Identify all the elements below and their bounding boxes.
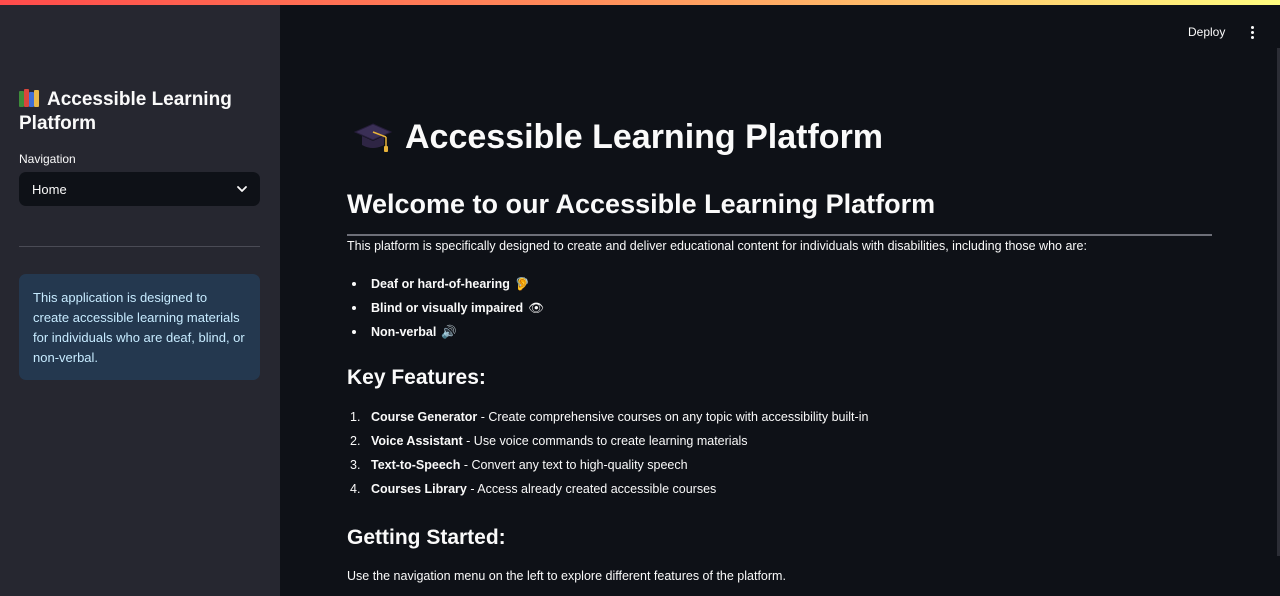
- books-icon: [19, 89, 39, 107]
- navigation-label: Navigation: [19, 152, 76, 166]
- intro-text: This platform is specifically designed t…: [347, 239, 1087, 253]
- sidebar: Accessible Learning Platform Navigation …: [0, 0, 280, 596]
- list-item: Blind or visually impaired 👁: [347, 296, 544, 320]
- page-title: Accessible Learning Platform: [354, 116, 883, 158]
- list-item: Deaf or hard-of-hearing 🦻: [347, 272, 544, 296]
- eye-icon: 👁: [528, 301, 544, 315]
- getting-started-heading: Getting Started:: [347, 526, 506, 549]
- welcome-heading: Welcome to our Accessible Learning Platf…: [347, 189, 936, 219]
- key-features-heading: Key Features:: [347, 366, 486, 389]
- sidebar-title: Accessible Learning Platform: [19, 88, 259, 136]
- sidebar-title-text: Accessible Learning Platform: [19, 89, 232, 134]
- navigation-selected-value: Home: [32, 181, 67, 197]
- getting-started-text: Use the navigation menu on the left to e…: [347, 569, 786, 583]
- heading-divider: [347, 234, 1212, 236]
- navigation-select[interactable]: Home: [19, 172, 260, 206]
- kebab-menu-icon[interactable]: [1246, 26, 1258, 42]
- top-decoration-bar: [0, 0, 1280, 5]
- hearing-aid-icon: 🦻: [514, 277, 531, 291]
- speaker-icon: 🔊: [441, 325, 457, 339]
- list-item: 4. Courses Library - Access already creat…: [350, 482, 717, 496]
- audience-list: Deaf or hard-of-hearing 🦻 Blind or visual…: [347, 272, 544, 344]
- page-title-text: Accessible Learning Platform: [405, 118, 884, 156]
- list-item: Non-verbal 🔊: [347, 320, 544, 344]
- info-alert-text: This application is designed to create a…: [33, 290, 245, 365]
- graduation-cap-icon: [354, 123, 392, 152]
- deploy-button[interactable]: Deploy: [1188, 25, 1225, 39]
- info-alert: This application is designed to create a…: [19, 274, 260, 380]
- list-item: 2. Voice Assistant - Use voice commands t…: [350, 434, 748, 448]
- list-item: 3. Text-to-Speech - Convert any text to h…: [350, 458, 688, 472]
- features-list: 1. Course Generator - Create comprehensiv…: [347, 405, 868, 501]
- sidebar-divider: [19, 246, 260, 247]
- list-item: 1. Course Generator - Create comprehensiv…: [350, 410, 869, 424]
- chevron-down-icon: [237, 186, 247, 192]
